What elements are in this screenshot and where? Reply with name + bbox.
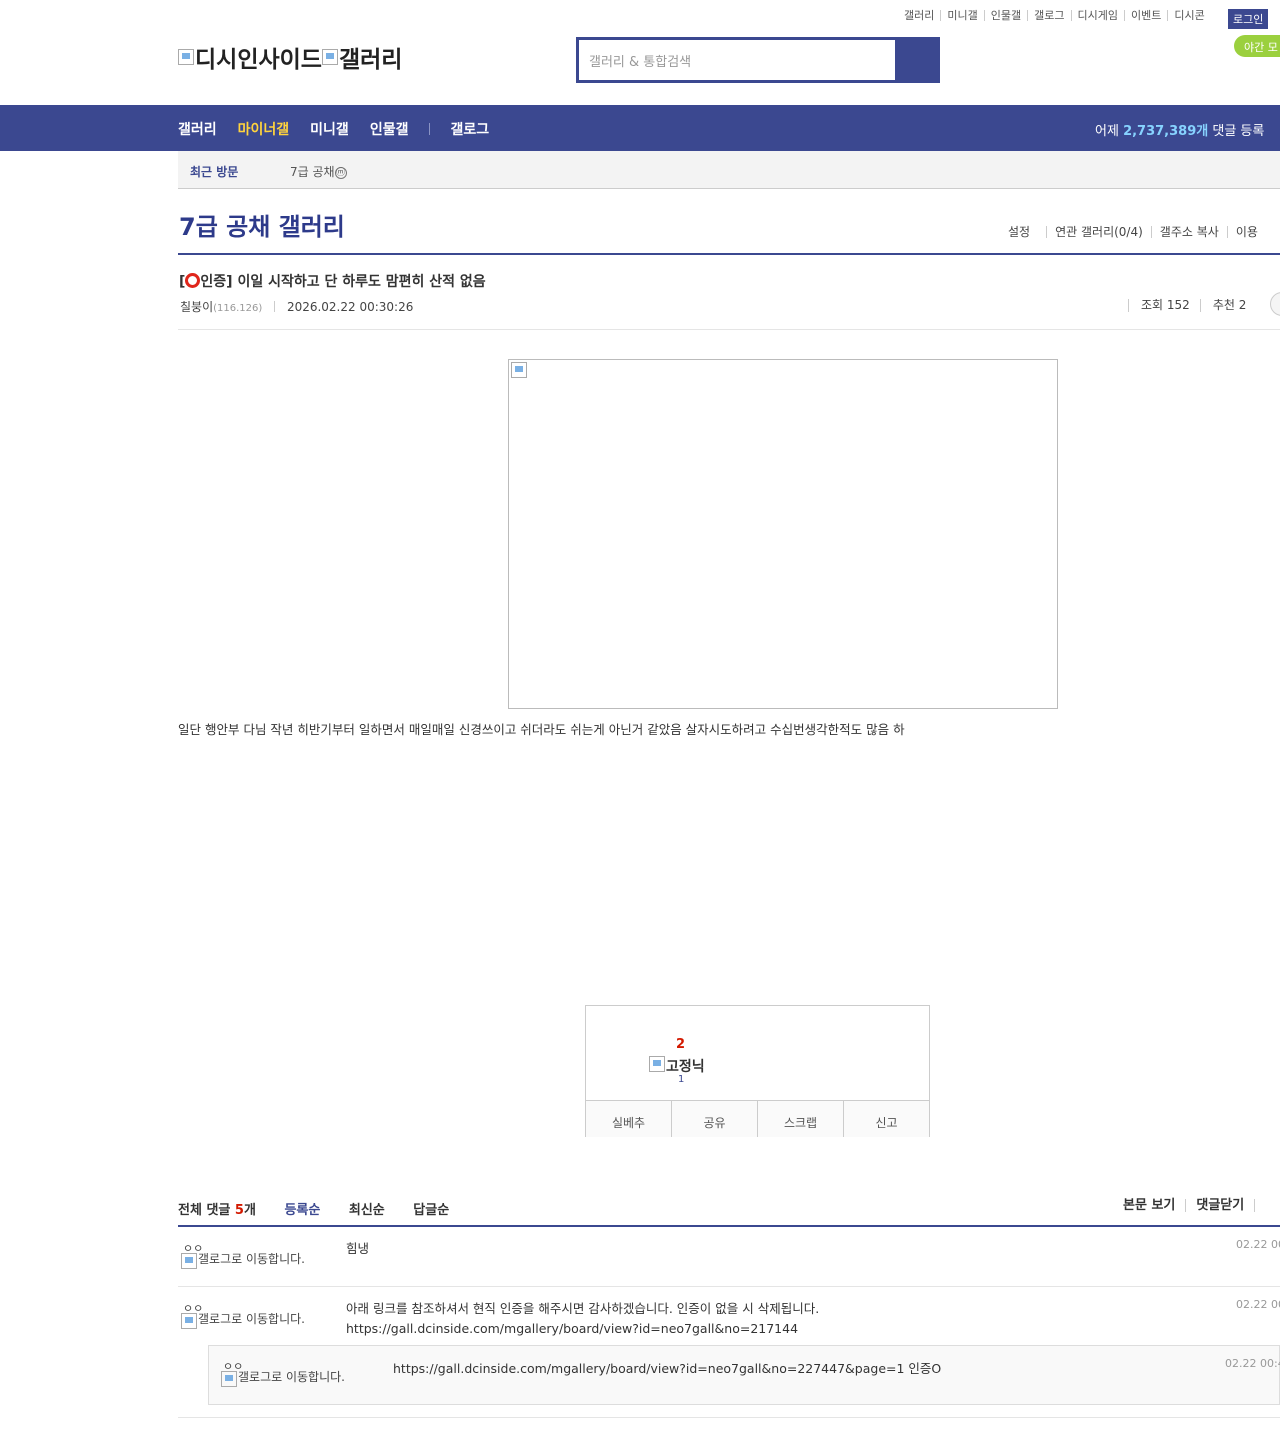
search-button[interactable] [896,37,940,83]
post-body-text: 일단 행안부 다님 작년 히반기부터 일하면서 매일매일 신경쓰이고 쉬더라도 … [178,722,905,737]
recommend-actions: 실베추 공유 스크랩 신고 [586,1100,929,1137]
util-link-event[interactable]: 이벤트 [1123,10,1167,21]
gallery-menu: 설정 연관 갤러리(0/4) 갤주소 복사 이용 [1008,226,1266,238]
logo-site-text: 디시인사이드 [195,47,322,73]
recent-visit-label: 최근 방문 [190,165,239,179]
search-input[interactable]: 갤러리 & 통합검색 [579,40,895,80]
util-menu: 갤러리 미니갤 인물갤 갤로그 디시게임 이벤트 디시콘 [904,10,1211,21]
broken-image-icon [181,1313,197,1329]
post-author-ip: (116.126) [213,303,263,314]
gallery-usage[interactable]: 이용 [1226,226,1266,238]
site-logo[interactable]: 디시인사이드 갤러리 [178,40,402,74]
real-best-button[interactable]: 실베추 [586,1101,671,1137]
sort-replies[interactable]: 답글순 [413,1203,449,1218]
util-link-dcgame[interactable]: 디시게임 [1070,10,1124,21]
comment-total-label: 전체 댓글 [178,1203,231,1218]
login-button[interactable]: 로그인 [1228,9,1269,29]
close-comments-button[interactable]: 댓글닫기 [1185,1199,1254,1212]
reply-date: 02.22 00:4 [1225,1357,1280,1370]
util-link-dccon[interactable]: 디시콘 [1167,10,1210,21]
comment-header-actions: 본문 보기 댓글닫기 [1123,1199,1275,1212]
comment-link[interactable]: https://gall.dcinside.com/mgallery/board… [346,1319,819,1339]
share-button[interactable]: 공유 [671,1101,757,1137]
nav-minor-gallery[interactable]: 마이너갤 [238,119,290,139]
comment-date: 02.22 00 [1236,1298,1280,1311]
scrap-button[interactable]: 스크랩 [757,1101,843,1137]
nav-gallery[interactable]: 갤러리 [178,119,217,139]
more-button[interactable] [1270,292,1280,316]
stat-suffix: 댓글 등록 [1212,124,1265,139]
search-box: 갤러리 & 통합검색 [576,37,940,83]
reply-item: ㅇㅇ 갤로그로 이동합니다. https://gall.dcinside.com… [208,1345,1280,1405]
comment-header-extra[interactable] [1254,1199,1275,1212]
recent-gallery-name: 7급 공채 [290,165,335,179]
broken-image-icon [181,1253,197,1269]
sort-latest[interactable]: 최신순 [349,1203,385,1218]
util-link-gallery[interactable]: 갤러리 [904,10,940,21]
galog-link[interactable]: 갤로그로 이동합니다. [221,1371,351,1387]
util-link-minigall[interactable]: 미니갤 [940,10,983,21]
broken-image-icon [321,49,338,65]
recommend-count: 2 [676,1037,686,1052]
fixed-nick-label: 고정닉 [649,1056,705,1076]
related-gallery[interactable]: 연관 갤러리(0/4) [1046,226,1151,238]
comment-total-count: 5 [234,1203,244,1218]
comment-text: 아래 링크를 참조하셔서 현직 인증을 해주시면 감사하겠습니다. 인증이 없을… [346,1299,819,1339]
galog-link[interactable]: 갤로그로 이동합니다. [181,1313,311,1329]
broken-image-icon [178,49,194,65]
recommend-box: 2 고정닉 1 실베추 공유 스크랩 신고 [585,1005,930,1137]
post-views: 조회 152 [1128,299,1200,312]
broken-image-icon [649,1056,665,1072]
night-mode-toggle[interactable]: 야간 모 [1234,35,1280,57]
gallery-title[interactable]: 7급 공채 갤러리 [179,207,345,242]
comment-header: 전체 댓글 5개 등록순 최신순 답글순 [178,1199,449,1218]
post-image[interactable] [508,359,1058,709]
circle-icon [185,273,201,288]
post-stats: 조회 152 추천 2 [1128,292,1280,316]
galog-link[interactable]: 갤로그로 이동합니다. [181,1253,311,1269]
sort-registered[interactable]: 등록순 [284,1203,320,1218]
comment-item: ㅇㅇ 갤로그로 이동합니다. 힘냉 02.22 00 [178,1227,1280,1287]
post-divider [178,329,1280,330]
post-title-text: 이일 시작하고 단 하루도 맘편히 산적 없음 [237,274,486,290]
post-author[interactable]: 칠붕이 [180,300,213,314]
util-link-persongall[interactable]: 인물갤 [983,10,1027,21]
nav-mini-gallery[interactable]: 미니갤 [310,119,349,139]
divider [274,301,276,312]
nav-divider [429,123,431,135]
post-recommend-count: 추천 2 [1199,299,1257,312]
post-date: 2026.02.22 00:30:26 [286,300,414,314]
nav-galog[interactable]: 갤로그 [450,119,489,139]
comment-text-line: 아래 링크를 참조하셔서 현직 인증을 해주시면 감사하겠습니다. 인증이 없을… [346,1301,820,1316]
broken-image-icon [221,1371,237,1387]
broken-image-icon [511,362,527,378]
logo-section-text: 갤러리 [338,47,403,73]
post-info: 칠붕이(116.126) 2026.02.22 00:30:26 [180,298,413,315]
view-post-button[interactable]: 본문 보기 [1123,1199,1185,1212]
stat-prefix: 어제 [1095,124,1119,139]
reply-text[interactable]: https://gall.dcinside.com/mgallery/board… [393,1358,941,1377]
comment-text: 힘냉 [346,1241,370,1256]
comment-total-suffix: 개 [243,1203,256,1218]
minor-badge-icon: ⓜ [334,167,347,179]
comment-bottom-divider [178,1417,1280,1418]
gallery-divider [178,253,1280,255]
global-nav: 갤러리 마이너갤 미니갤 인물갤 갤로그 어제 2,737,389개 댓글 등록 [0,105,1280,151]
recent-gallery-link[interactable]: 7급 공채ⓜ [290,163,347,180]
post-head-tag: [인증] [179,273,233,290]
util-link-galog[interactable]: 갤로그 [1027,10,1070,21]
post-title: [인증] 이일 시작하고 단 하루도 맘편히 산적 없음 [179,271,486,291]
comment-date: 02.22 00 [1236,1238,1280,1251]
report-button[interactable]: 신고 [843,1101,929,1137]
copy-gallery-address[interactable]: 갤주소 복사 [1150,226,1227,238]
fixed-nick-count: 1 [678,1074,685,1085]
stat-count: 2,737,389개 [1123,124,1209,139]
gallery-settings[interactable]: 설정 [1008,226,1046,238]
nav-person-gallery[interactable]: 인물갤 [370,119,409,139]
recent-visit-bar: 최근 방문 7급 공채ⓜ [178,151,1280,189]
comment-stat: 어제 2,737,389개 댓글 등록 [1095,120,1264,139]
